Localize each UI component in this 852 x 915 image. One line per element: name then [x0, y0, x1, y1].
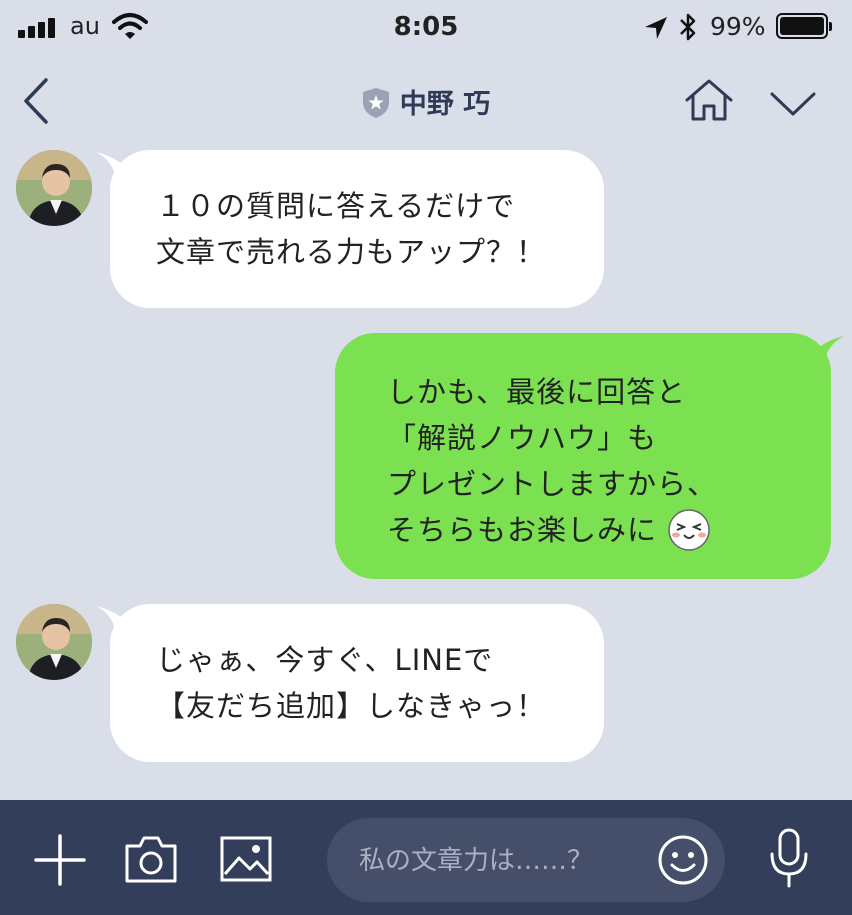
chat-header: 中野 巧	[0, 60, 852, 140]
message-bubble-incoming[interactable]: じゃぁ、今すぐ、LINEで 【友だち追加】しなきゃっ！	[110, 604, 604, 762]
message-bubble-incoming[interactable]: １０の質問に答えるだけで 文章で売れる力もアップ？！	[110, 150, 604, 308]
camera-icon[interactable]	[124, 834, 178, 884]
bluetooth-icon	[680, 13, 696, 41]
message-line-text: そちらもお楽しみに	[387, 513, 658, 547]
chevron-down-icon[interactable]	[768, 88, 818, 118]
message-line: じゃぁ、今すぐ、LINEで	[156, 643, 494, 677]
message-line: しかも、最後に回答と	[387, 375, 687, 409]
contact-name: 中野 巧	[399, 89, 491, 120]
avatar-photo	[16, 604, 92, 680]
message-input[interactable]	[357, 838, 651, 884]
battery-percent: 99%	[710, 12, 766, 41]
message-input-box[interactable]	[327, 818, 725, 902]
message-line: １０の質問に答えるだけで	[156, 189, 516, 223]
composer-bar	[0, 800, 852, 915]
image-icon[interactable]	[220, 836, 272, 882]
message-line: 「解説ノウハウ」も	[387, 421, 658, 455]
avatar[interactable]	[16, 604, 92, 680]
smiley-icon[interactable]	[657, 834, 709, 886]
laughing-face-emoji-icon	[668, 509, 710, 551]
status-bar: au 8:05 99%	[0, 0, 852, 56]
message-line: 文章で売れる力もアップ？！	[156, 235, 547, 269]
avatar[interactable]	[16, 150, 92, 226]
message-line: そちらもお楽しみに	[387, 507, 831, 554]
message-bubble-outgoing[interactable]: しかも、最後に回答と 「解説ノウハウ」も プレゼントしますから、 そちらもお楽し…	[335, 333, 831, 579]
message-line: プレゼントしますから、	[387, 467, 718, 501]
location-arrow-icon	[645, 17, 667, 39]
official-shield-icon	[362, 87, 389, 118]
home-icon[interactable]	[684, 78, 734, 122]
avatar-photo	[16, 150, 92, 226]
plus-icon[interactable]	[34, 834, 86, 886]
battery-icon	[776, 13, 832, 39]
message-line: 【友だち追加】しなきゃっ！	[156, 689, 547, 723]
microphone-icon[interactable]	[768, 828, 810, 890]
